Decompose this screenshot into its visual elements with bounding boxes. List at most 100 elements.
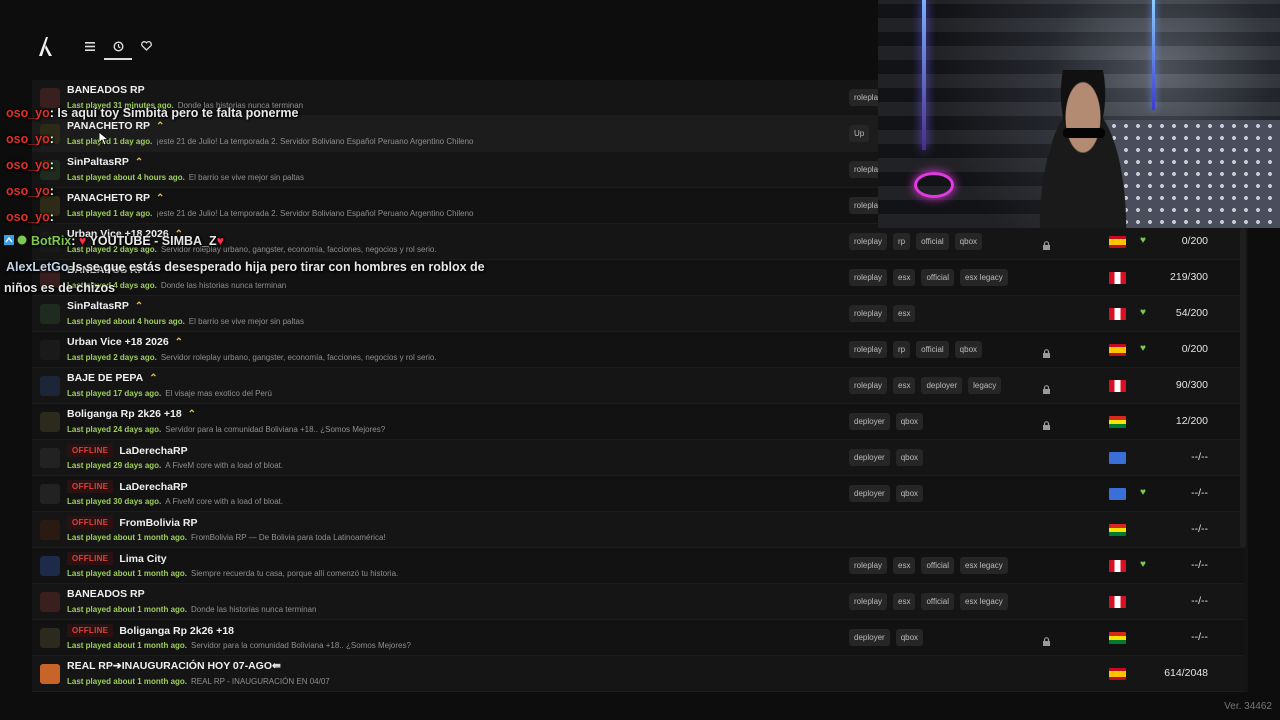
server-subtitle: Last played 24 days ago. Servidor para la… (67, 425, 385, 434)
server-tag[interactable]: deployer (849, 449, 890, 466)
menu-icon[interactable] (81, 38, 99, 54)
chat-username[interactable]: oso_yo (6, 184, 50, 198)
server-tag[interactable]: roleplay (849, 341, 888, 358)
server-tag[interactable]: roleplay (849, 557, 888, 574)
server-tag[interactable]: esx (893, 593, 916, 610)
server-row[interactable]: BANEADOS RP Last played about 1 month ago… (32, 584, 1244, 620)
chat-message: BotRix: ♥ YOUTUBE - SIMBA_Z♥ (4, 234, 224, 248)
server-tag[interactable]: qbox (895, 485, 924, 502)
fivem-client-window: BANEADOS RP Last played 31 minutes ago. Do… (0, 0, 1280, 720)
heart-icon[interactable] (137, 38, 155, 54)
server-row[interactable]: OFFLINE Boliganga Rp 2k26 +18 Last played … (32, 620, 1244, 656)
server-tag[interactable]: deployer (849, 629, 890, 646)
last-played: Last played 17 days ago. (67, 389, 162, 398)
server-tag[interactable]: esx (893, 269, 916, 286)
server-tag[interactable]: roleplay (849, 269, 888, 286)
server-tag[interactable]: roleplay (849, 233, 888, 250)
server-subtitle: Last played 17 days ago. El visaje mas ex… (67, 389, 272, 398)
chat-username[interactable]: oso_yo (6, 158, 50, 172)
server-name: OFFLINE Boliganga Rp 2k26 +18 (67, 624, 234, 637)
server-tag[interactable]: deployer (849, 413, 890, 430)
server-row[interactable]: OFFLINE LaDerechaRP Last played 29 days ag… (32, 440, 1244, 476)
server-row[interactable]: Boliganga Rp 2k26 +18 ⌃ Last played 24 day… (32, 404, 1244, 440)
boost-icon: ⌃ (174, 336, 184, 348)
server-tag[interactable]: esx (893, 557, 916, 574)
chat-text-content: niños es de chizos (4, 281, 116, 295)
server-row[interactable]: REAL RP➔INAUGURACIÓN HOY 07-AGO⇚ Last pla… (32, 656, 1244, 692)
server-tag[interactable]: roleplay (849, 377, 888, 394)
server-tag[interactable]: legacy (968, 377, 1002, 394)
chat-username[interactable]: oso_yo (6, 106, 50, 120)
favorite-heart-icon[interactable]: ♥ (1140, 559, 1146, 570)
server-row[interactable]: OFFLINE FromBolivia RP Last played about 1… (32, 512, 1244, 548)
player-count: 219/300 (1170, 271, 1208, 283)
bot-badge-icon (4, 234, 31, 248)
server-row[interactable]: BAJE DE PEPA ⌃ Last played 17 days ago. El … (32, 368, 1244, 404)
boost-icon: ⌃ (134, 156, 144, 168)
server-tag[interactable]: qbox (954, 233, 983, 250)
server-tag[interactable]: rp (893, 341, 911, 358)
server-tag[interactable]: rp (893, 233, 911, 250)
server-tag[interactable]: official (921, 269, 954, 286)
server-tag[interactable]: qbox (895, 413, 924, 430)
chat-message: AlexLetGo Is se que estás desesperado hi… (6, 260, 485, 274)
server-tags: roleplay esx deployer legacy (849, 377, 1002, 394)
server-row[interactable]: OFFLINE LaDerechaRP Last played 30 days ag… (32, 476, 1244, 512)
server-tag[interactable]: qbox (895, 629, 924, 646)
server-name: Boliganga Rp 2k26 +18 ⌃ (67, 408, 196, 420)
server-name: SinPaltasRP ⌃ (67, 156, 143, 168)
chat-username[interactable]: AlexLetGo (6, 260, 69, 274)
fivem-logo-icon[interactable] (36, 35, 56, 57)
server-tag[interactable]: esx legacy (960, 269, 1008, 286)
chat-username[interactable]: oso_yo (6, 132, 50, 146)
server-description: Siempre recuerda tu casa, porque allí co… (191, 569, 399, 578)
server-subtitle: Last played about 1 month ago. FromBolivi… (67, 533, 386, 542)
server-name: OFFLINE FromBolivia RP (67, 516, 198, 529)
country-flag-icon (1109, 272, 1126, 284)
server-tag[interactable]: roleplay (849, 593, 888, 610)
server-tags: roleplay rp official qbox (849, 233, 983, 250)
boost-icon: ⌃ (149, 372, 158, 384)
server-row[interactable]: Urban Vice +18 2026 ⌃ Last played 2 days a… (32, 332, 1244, 368)
server-row[interactable]: SinPaltasRP ⌃ Last played about 4 hours ag… (32, 296, 1244, 332)
last-played: Last played 2 days ago. (67, 353, 157, 362)
server-title: Lima City (119, 552, 167, 565)
chat-username[interactable]: BotRix (31, 234, 71, 248)
server-title: SinPaltasRP (67, 156, 129, 168)
server-row[interactable]: OFFLINE Lima City Last played about 1 mont… (32, 548, 1244, 584)
server-tag[interactable]: official (921, 557, 954, 574)
lock-icon (1042, 633, 1051, 646)
player-count: 90/300 (1175, 379, 1208, 391)
server-description: FromBolivia RP — De Bolivia para toda La… (191, 533, 386, 542)
streamer-image (1028, 70, 1138, 228)
history-icon[interactable] (109, 38, 127, 54)
server-description: El barrio se vive mejor sin paltas (188, 317, 304, 326)
server-tag[interactable]: official (916, 233, 949, 250)
scrollbar[interactable] (1240, 228, 1246, 548)
server-tag[interactable]: official (916, 341, 949, 358)
server-tag[interactable]: esx legacy (960, 557, 1008, 574)
favorite-heart-icon[interactable]: ♥ (1140, 307, 1146, 318)
server-tag[interactable]: esx (893, 305, 916, 322)
server-tag[interactable]: deployer (849, 485, 890, 502)
server-tag[interactable]: Up (849, 125, 870, 142)
server-tag[interactable]: qbox (895, 449, 924, 466)
server-tags: roleplay esx official esx legacy (849, 593, 1008, 610)
favorite-heart-icon[interactable]: ♥ (1140, 235, 1146, 246)
favorite-heart-icon[interactable]: ♥ (1140, 487, 1146, 498)
favorite-heart-icon[interactable]: ♥ (1140, 343, 1146, 354)
server-description: A FiveM core with a load of bloat. (165, 461, 284, 470)
server-tag[interactable]: official (921, 593, 954, 610)
server-tag[interactable]: esx legacy (960, 593, 1008, 610)
server-description: Servidor para la comunidad Boliviana +18… (191, 641, 411, 650)
server-tag[interactable]: deployer (921, 377, 963, 394)
last-played: Last played about 1 month ago. (67, 533, 188, 542)
server-icon (40, 304, 60, 324)
server-tags: roleplay esx (849, 305, 916, 322)
server-description: Servidor para la comunidad Boliviana +18… (165, 425, 386, 434)
server-tag[interactable]: roleplay (849, 305, 888, 322)
country-flag-icon (1109, 344, 1126, 356)
server-tag[interactable]: esx (893, 377, 916, 394)
server-tag[interactable]: qbox (954, 341, 983, 358)
chat-username[interactable]: oso_yo (6, 210, 50, 224)
